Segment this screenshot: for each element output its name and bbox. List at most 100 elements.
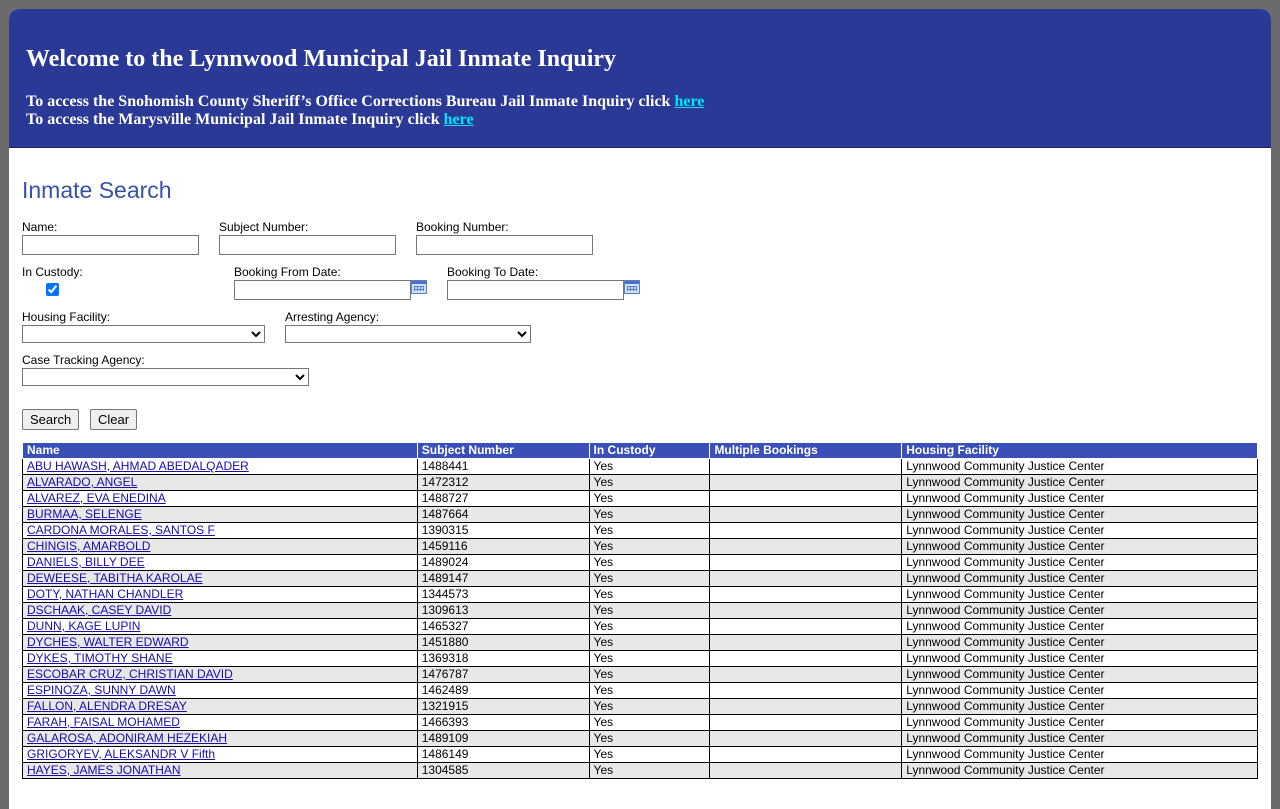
cell-subject-number: 1489109 bbox=[416, 730, 590, 747]
inmate-name-link[interactable]: ALVARADO, ANGEL bbox=[27, 475, 137, 489]
column-header-multiple-bookings[interactable]: Multiple Bookings bbox=[709, 443, 903, 459]
cell-housing-facility: Lynnwood Community Justice Center bbox=[901, 666, 1258, 683]
cell-multiple-bookings bbox=[709, 458, 903, 475]
cell-in-custody: Yes bbox=[588, 618, 711, 635]
cell-housing-facility: Lynnwood Community Justice Center bbox=[901, 714, 1258, 731]
booking-to-date-input[interactable] bbox=[447, 280, 624, 300]
housing-facility-select[interactable] bbox=[22, 325, 265, 343]
cell-housing-facility: Lynnwood Community Justice Center bbox=[901, 522, 1258, 539]
cell-name: CHINGIS, AMARBOLD bbox=[22, 538, 418, 555]
inmate-name-link[interactable]: CHINGIS, AMARBOLD bbox=[27, 539, 150, 553]
cell-in-custody: Yes bbox=[588, 762, 711, 779]
marysville-inquiry-link[interactable]: here bbox=[444, 111, 474, 128]
cell-in-custody: Yes bbox=[588, 634, 711, 651]
cell-housing-facility: Lynnwood Community Justice Center bbox=[901, 682, 1258, 699]
from-date-calendar-icon[interactable] bbox=[411, 280, 427, 294]
cell-name: DYKES, TIMOTHY SHANE bbox=[22, 650, 418, 667]
name-input[interactable] bbox=[22, 235, 199, 255]
search-button[interactable]: Search bbox=[22, 409, 80, 430]
welcome-banner: Welcome to the Lynnwood Municipal Jail I… bbox=[9, 9, 1271, 148]
cell-subject-number: 1321915 bbox=[416, 698, 590, 715]
cell-multiple-bookings bbox=[709, 682, 903, 699]
cell-name: BURMAA, SELENGE bbox=[22, 506, 418, 523]
cell-in-custody: Yes bbox=[588, 586, 711, 603]
inmate-name-link[interactable]: FARAH, FAISAL MOHAMED bbox=[27, 715, 180, 729]
cell-housing-facility: Lynnwood Community Justice Center bbox=[901, 618, 1258, 635]
name-label: Name: bbox=[22, 220, 58, 234]
cell-housing-facility: Lynnwood Community Justice Center bbox=[901, 586, 1258, 603]
inmate-name-link[interactable]: CARDONA MORALES, SANTOS F bbox=[27, 523, 215, 537]
column-header-housing-facility[interactable]: Housing Facility bbox=[901, 443, 1258, 459]
inmate-name-link[interactable]: DEWEESE, TABITHA KAROLAE bbox=[27, 571, 203, 585]
inmate-name-link[interactable]: DSCHAAK, CASEY DAVID bbox=[27, 603, 171, 617]
table-row: HAYES, JAMES JONATHAN 1304585 Yes Lynnwood … bbox=[22, 762, 1258, 779]
inmate-name-link[interactable]: DUNN, KAGE LUPIN bbox=[27, 619, 140, 633]
banner-title: Welcome to the Lynnwood Municipal Jail I… bbox=[26, 46, 617, 72]
subject-number-input[interactable] bbox=[219, 235, 396, 255]
cell-subject-number: 1466393 bbox=[416, 714, 590, 731]
case-tracking-agency-select[interactable] bbox=[22, 368, 309, 386]
cell-in-custody: Yes bbox=[588, 538, 711, 555]
cell-subject-number: 1476787 bbox=[416, 666, 590, 683]
inmate-name-link[interactable]: DANIELS, BILLY DEE bbox=[27, 555, 145, 569]
cell-multiple-bookings bbox=[709, 666, 903, 683]
arresting-agency-select[interactable] bbox=[285, 325, 531, 343]
cell-housing-facility: Lynnwood Community Justice Center bbox=[901, 490, 1258, 507]
results-header-row: Name Subject Number In Custody Multiple … bbox=[22, 443, 1258, 459]
inmate-name-link[interactable]: ABU HAWASH, AHMAD ABEDALQADER bbox=[27, 459, 249, 473]
column-header-in-custody[interactable]: In Custody bbox=[588, 443, 711, 459]
cell-multiple-bookings bbox=[709, 570, 903, 587]
cell-multiple-bookings bbox=[709, 618, 903, 635]
cell-in-custody: Yes bbox=[588, 570, 711, 587]
cell-name: ESPINOZA, SUNNY DAWN bbox=[22, 682, 418, 699]
inmate-name-link[interactable]: FALLON, ALENDRA DRESAY bbox=[27, 699, 187, 713]
cell-name: GRIGORYEV, ALEKSANDR V Fifth bbox=[22, 746, 418, 763]
cell-subject-number: 1462489 bbox=[416, 682, 590, 699]
sheriff-inquiry-link[interactable]: here bbox=[674, 93, 704, 110]
inmate-name-link[interactable]: GRIGORYEV, ALEKSANDR V Fifth bbox=[27, 747, 215, 761]
booking-from-date-label: Booking From Date: bbox=[234, 265, 341, 279]
inmate-name-link[interactable]: ALVAREZ, EVA ENEDINA bbox=[27, 491, 166, 505]
table-row: ALVARADO, ANGEL 1472312 Yes Lynnwood Commun… bbox=[22, 474, 1258, 491]
table-row: FALLON, ALENDRA DRESAY 1321915 Yes Lynnwood… bbox=[22, 698, 1258, 715]
inmate-name-link[interactable]: HAYES, JAMES JONATHAN bbox=[27, 763, 181, 777]
cell-multiple-bookings bbox=[709, 538, 903, 555]
inmate-name-link[interactable]: DYCHES, WALTER EDWARD bbox=[27, 635, 189, 649]
sheriff-inquiry-text: To access the Snohomish County Sheriff’s… bbox=[26, 93, 675, 110]
inmate-name-link[interactable]: ESPINOZA, SUNNY DAWN bbox=[27, 683, 176, 697]
cell-housing-facility: Lynnwood Community Justice Center bbox=[901, 730, 1258, 747]
cell-in-custody: Yes bbox=[588, 602, 711, 619]
cell-name: ABU HAWASH, AHMAD ABEDALQADER bbox=[22, 458, 418, 475]
table-row: DANIELS, BILLY DEE 1489024 Yes Lynnwood Com… bbox=[22, 554, 1258, 571]
cell-multiple-bookings bbox=[709, 506, 903, 523]
cell-housing-facility: Lynnwood Community Justice Center bbox=[901, 698, 1258, 715]
table-row: BURMAA, SELENGE 1487664 Yes Lynnwood Commun… bbox=[22, 506, 1258, 523]
table-row: ABU HAWASH, AHMAD ABEDALQADER 1488441 Yes L… bbox=[22, 458, 1258, 475]
cell-name: CARDONA MORALES, SANTOS F bbox=[22, 522, 418, 539]
subject-number-field-group: Subject Number: bbox=[219, 220, 396, 255]
table-row: DYKES, TIMOTHY SHANE 1369318 Yes Lynnwood C… bbox=[22, 650, 1258, 667]
cell-housing-facility: Lynnwood Community Justice Center bbox=[901, 554, 1258, 571]
booking-number-input[interactable] bbox=[416, 235, 593, 255]
inmate-name-link[interactable]: DOTY, NATHAN CHANDLER bbox=[27, 587, 183, 601]
cell-housing-facility: Lynnwood Community Justice Center bbox=[901, 746, 1258, 763]
cell-in-custody: Yes bbox=[588, 746, 711, 763]
to-date-calendar-icon[interactable] bbox=[624, 280, 640, 294]
column-header-subject-number[interactable]: Subject Number bbox=[416, 443, 590, 459]
inmate-name-link[interactable]: ESCOBAR CRUZ, CHRISTIAN DAVID bbox=[27, 667, 233, 681]
inmate-name-link[interactable]: BURMAA, SELENGE bbox=[27, 507, 142, 521]
table-row: FARAH, FAISAL MOHAMED 1466393 Yes Lynnwood … bbox=[22, 714, 1258, 731]
cell-subject-number: 1451880 bbox=[416, 634, 590, 651]
in-custody-checkbox[interactable] bbox=[46, 283, 59, 296]
column-header-name[interactable]: Name bbox=[22, 443, 418, 459]
cell-name: DEWEESE, TABITHA KAROLAE bbox=[22, 570, 418, 587]
cell-in-custody: Yes bbox=[588, 474, 711, 491]
booking-from-date-input[interactable] bbox=[234, 280, 411, 300]
inmate-name-link[interactable]: GALAROSA, ADONIRAM HEZEKIAH bbox=[27, 731, 227, 745]
inmate-search-heading: Inmate Search bbox=[22, 177, 172, 203]
in-custody-field-group: In Custody: bbox=[22, 265, 83, 299]
inmate-name-link[interactable]: DYKES, TIMOTHY SHANE bbox=[27, 651, 173, 665]
cell-in-custody: Yes bbox=[588, 522, 711, 539]
clear-button[interactable]: Clear bbox=[90, 409, 138, 430]
table-row: ESPINOZA, SUNNY DAWN 1462489 Yes Lynnwood C… bbox=[22, 682, 1258, 699]
